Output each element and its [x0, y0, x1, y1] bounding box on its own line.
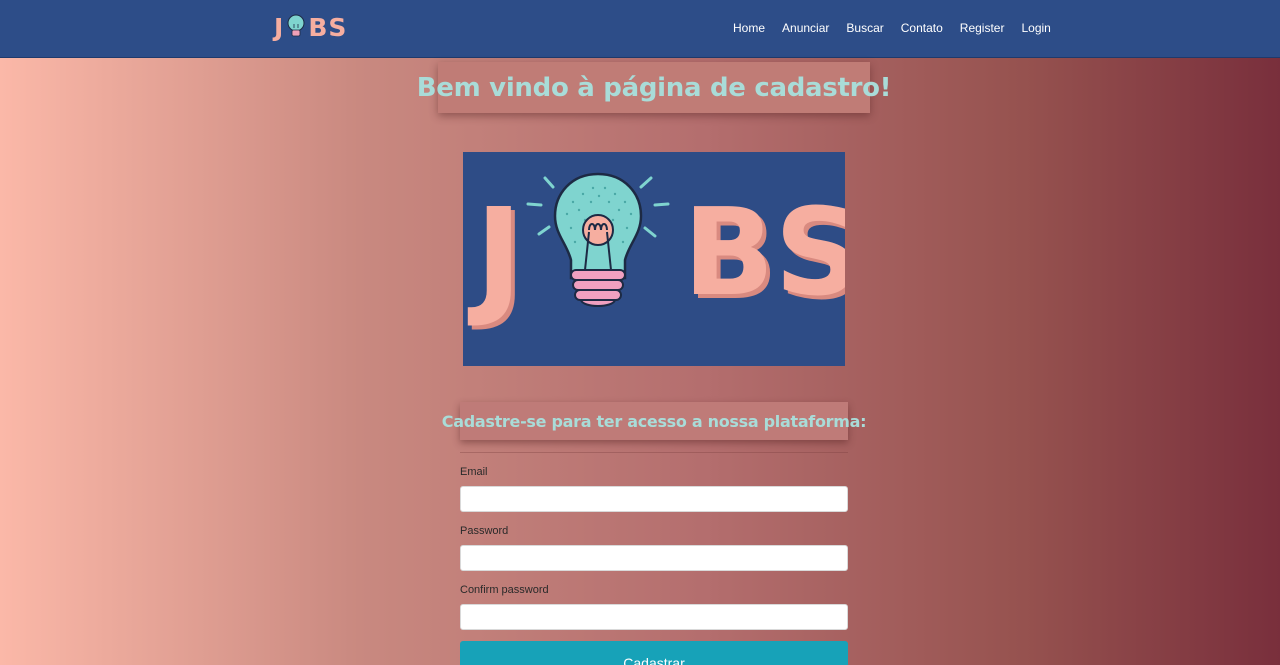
lightbulb-icon [553, 172, 643, 307]
cadastrar-button[interactable]: Cadastrar [460, 641, 848, 665]
email-field[interactable] [460, 486, 848, 512]
password-field[interactable] [460, 545, 848, 571]
nav-link-login[interactable]: Login [1021, 21, 1050, 35]
brand-letter-j: J [274, 12, 285, 42]
lightbulb-icon [287, 14, 305, 37]
nav-link-register[interactable]: Register [960, 21, 1005, 35]
logo-letters-bs: BS [683, 184, 845, 323]
nav-link-home[interactable]: Home [733, 21, 765, 35]
nav-link-anunciar[interactable]: Anunciar [782, 21, 829, 35]
page-title: Bem vindo à página de cadastro! [416, 72, 892, 103]
confirm-password-label: Confirm password [460, 584, 549, 596]
signup-subtitle-box: Cadastre-se para ter acesso a nossa plat… [442, 402, 867, 440]
page-title-box: Bem vindo à página de cadastro! [417, 62, 892, 113]
password-label: Password [460, 525, 509, 537]
form-divider [460, 452, 848, 453]
navbar: J BS Home Anunciar Buscar Contato Regist… [0, 0, 1280, 58]
nav-link-buscar[interactable]: Buscar [846, 21, 883, 35]
email-label: Email [460, 466, 488, 478]
nav-link-contato[interactable]: Contato [901, 21, 943, 35]
brand-letters-bs: BS [308, 12, 348, 42]
logo-letter-j: J [467, 182, 523, 331]
jobs-logo-image: J J BS BS [467, 172, 865, 335]
jobs-logo-banner: J J BS BS [463, 152, 865, 366]
brand-logo[interactable]: J BS [274, 11, 347, 43]
confirm-password-field[interactable] [460, 604, 848, 630]
nav-links: Home Anunciar Buscar Contato Register Lo… [733, 21, 1068, 35]
signup-subtitle: Cadastre-se para ter acesso a nossa plat… [441, 411, 867, 431]
